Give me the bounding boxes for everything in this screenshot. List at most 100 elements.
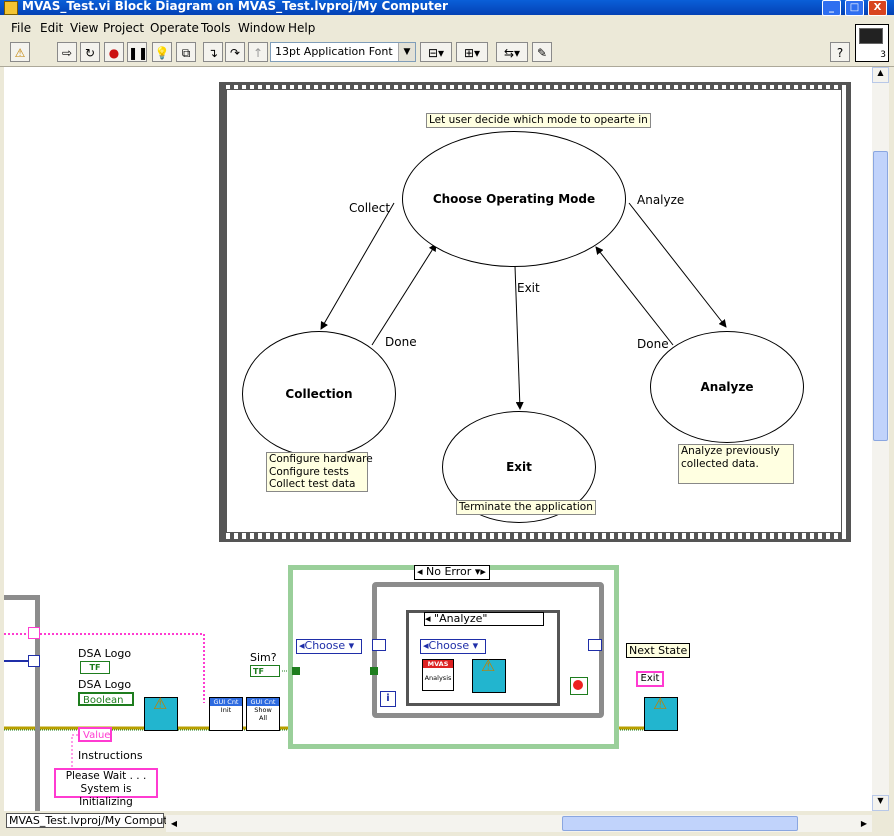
loop-iteration-terminal: i: [380, 691, 396, 707]
warning-icon[interactable]: ⚠: [10, 42, 30, 62]
run-arrow-icon[interactable]: ⇨: [57, 42, 77, 62]
gui-cnt-show-all-subvi[interactable]: GUI Cnt Show All: [246, 697, 280, 731]
choose-enum-inner[interactable]: ◂Choose ▾: [420, 639, 486, 654]
title-bar: MVAS_Test.vi Block Diagram on MVAS_Test.…: [0, 0, 894, 16]
warning-icon: ⚠: [481, 656, 496, 675]
value-property-label: Value: [83, 730, 111, 741]
transition-exit: Exit: [517, 281, 540, 295]
note-collection-line: Configure hardware: [269, 453, 373, 465]
menu-window[interactable]: Window: [238, 21, 285, 35]
help-button[interactable]: ?: [830, 42, 850, 62]
case-selector-label: No Error: [426, 565, 472, 578]
warning-icon: ⚠: [153, 694, 168, 713]
transition-done-left: Done: [385, 335, 417, 349]
menu-project[interactable]: Project: [103, 21, 144, 35]
gui-cnt-init-subvi[interactable]: GUI Cnt Init: [209, 697, 243, 731]
menu-help[interactable]: Help: [288, 21, 315, 35]
note-collection-line: Collect test data: [269, 478, 356, 490]
align-objects-icon[interactable]: ⊟▾: [420, 42, 452, 62]
exit-property-node[interactable]: Exit: [636, 671, 664, 687]
dsa-logo-tf-terminal[interactable]: TF: [80, 661, 110, 674]
instructions-value-property[interactable]: Value: [78, 727, 112, 742]
gui-show-line: All: [258, 714, 268, 722]
note-analyze-line: Analyze previously: [681, 445, 780, 457]
note-collection-line: Configure tests: [269, 465, 349, 478]
sim-label: Sim?: [250, 651, 277, 664]
menu-tools[interactable]: Tools: [201, 21, 231, 35]
note-exit: Terminate the application: [456, 500, 596, 515]
exit-property-label: Exit: [640, 673, 660, 684]
error-handler-subvi-right[interactable]: ⚠: [644, 694, 678, 731]
mvas-line: Analysis: [424, 674, 452, 682]
vertical-scroll-thumb[interactable]: [873, 151, 888, 441]
state-choose-operating-mode[interactable]: Choose Operating Mode: [402, 131, 626, 267]
scroll-left-icon[interactable]: ◀: [166, 815, 182, 832]
note-analyze-line: collected data.: [681, 457, 759, 470]
please-wait-line: System is Initializing: [79, 783, 133, 808]
please-wait-string-constant[interactable]: Please Wait . . . System is Initializing: [54, 768, 158, 808]
pause-icon[interactable]: ❚❚: [127, 42, 148, 62]
transition-done-right: Done: [637, 337, 669, 351]
arrow-done-right: [595, 246, 674, 346]
arrow-done-left: [371, 243, 437, 346]
transition-collect: Collect: [349, 201, 391, 215]
vi-icon[interactable]: 3: [855, 24, 889, 62]
arrow-collect: [320, 202, 395, 330]
highlight-execution-icon[interactable]: 💡: [152, 42, 172, 62]
chevron-down-icon: ▼: [398, 43, 415, 61]
error-handler-subvi-inner[interactable]: ⚠: [472, 656, 506, 693]
dsa-logo-boolean-property[interactable]: Boolean: [78, 692, 134, 706]
block-diagram-canvas[interactable]: Choose Operating Mode Collection Exit An…: [4, 67, 872, 811]
cleanup-diagram-icon[interactable]: ✎: [532, 42, 552, 62]
note-analyze: Analyze previously collected data.: [678, 444, 794, 484]
gui-show-line: GUI Cnt: [247, 698, 279, 706]
step-into-icon[interactable]: ↴: [203, 42, 223, 62]
maximize-button[interactable]: □: [845, 0, 864, 16]
distribute-objects-icon[interactable]: ⊞▾: [456, 42, 488, 62]
menu-bar: File Edit View Project Operate Tools Win…: [0, 17, 894, 37]
scroll-right-icon[interactable]: ▶: [856, 815, 872, 832]
menu-operate[interactable]: Operate: [150, 21, 199, 35]
scroll-up-icon[interactable]: ▲: [872, 67, 889, 83]
stop-icon: [573, 680, 583, 690]
reorder-icon[interactable]: ⇆▾: [496, 42, 528, 62]
toolbar: ⚠ ⇨ ↻ ● ❚❚ 💡 ⧉ ↴ ↷ ↑ 13pt Application Fo…: [0, 38, 894, 67]
choose-enum-inner-label: Choose: [428, 639, 470, 652]
menu-file[interactable]: File: [11, 21, 31, 35]
vertical-scrollbar[interactable]: ▲ ▼: [872, 67, 889, 811]
menu-edit[interactable]: Edit: [40, 21, 63, 35]
horizontal-scrollbar[interactable]: ◀ ▶: [166, 815, 872, 832]
shift-register-right: [588, 639, 602, 651]
font-selector[interactable]: 13pt Application Font ▼: [270, 42, 416, 62]
choose-enum-left-label: Choose: [304, 639, 346, 652]
state-collection[interactable]: Collection: [242, 331, 396, 457]
step-out-icon[interactable]: ↑: [248, 42, 268, 62]
sim-tf-terminal[interactable]: TF: [250, 665, 280, 677]
state-case-label: "Analyze": [434, 612, 488, 625]
mvas-analysis-subvi[interactable]: MVAS Analysis: [422, 659, 454, 691]
menu-view[interactable]: View: [70, 21, 98, 35]
retain-wire-values-icon[interactable]: ⧉: [176, 42, 196, 62]
choose-enum-left[interactable]: ◂Choose ▾: [296, 639, 362, 654]
instructions-label: Instructions: [78, 749, 143, 762]
step-over-icon[interactable]: ↷: [225, 42, 245, 62]
labview-app-icon: [4, 1, 18, 15]
abort-icon[interactable]: ●: [104, 42, 124, 62]
pink-tunnel: [28, 627, 40, 639]
gui-show-line: Show: [254, 706, 272, 714]
state-analyze[interactable]: Analyze: [650, 331, 804, 443]
mvas-line: MVAS: [423, 660, 453, 668]
warning-icon: ⚠: [653, 694, 668, 713]
state-case-selector[interactable]: ◂ "Analyze": [424, 612, 544, 626]
case-selector-no-error[interactable]: ◂ No Error ▾▸: [414, 565, 490, 580]
next-state-label: Next State: [626, 643, 691, 658]
scroll-down-icon[interactable]: ▼: [872, 795, 889, 811]
vi-icon-number: 3: [880, 50, 886, 60]
run-continuously-icon[interactable]: ↻: [80, 42, 100, 62]
close-button[interactable]: X: [868, 0, 887, 16]
error-handler-subvi-left[interactable]: ⚠: [144, 694, 178, 731]
horizontal-scroll-thumb[interactable]: [562, 816, 798, 831]
loop-stop-terminal[interactable]: [570, 677, 588, 695]
minimize-button[interactable]: _: [822, 0, 841, 16]
bool-tunnel: [292, 667, 300, 675]
